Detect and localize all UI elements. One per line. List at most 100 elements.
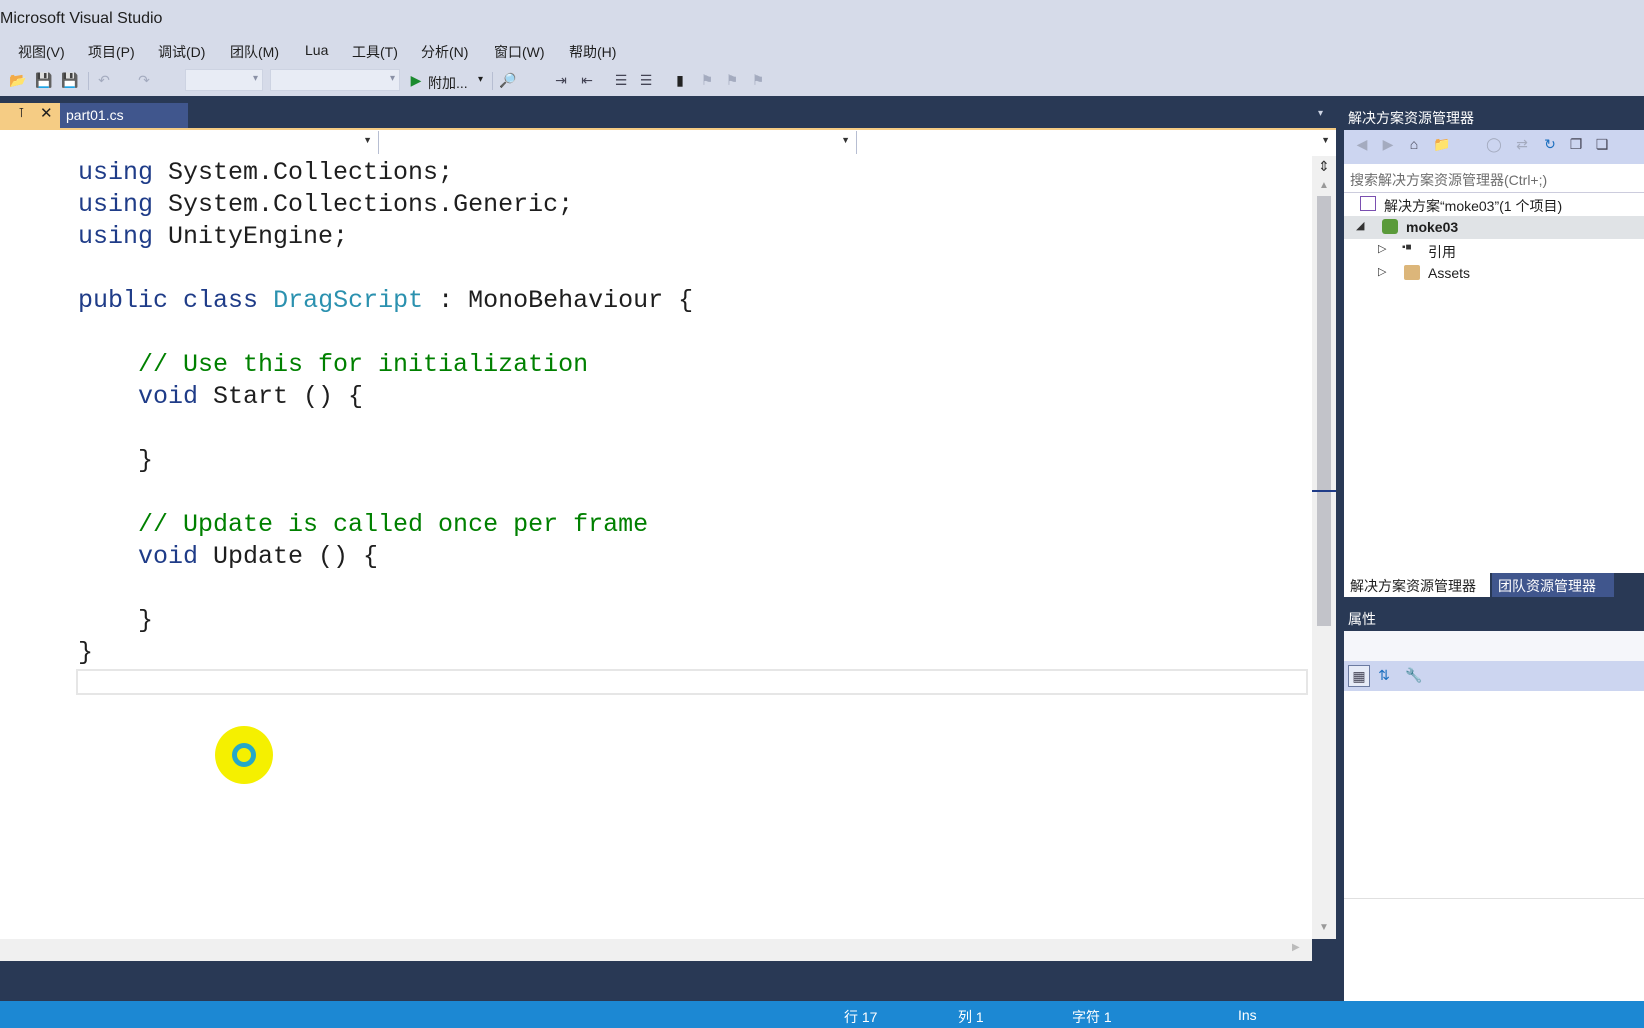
type-combo[interactable]: ▼ bbox=[380, 131, 857, 154]
chevron-down-icon[interactable]: ▾ bbox=[478, 74, 483, 85]
clear-bookmarks-icon[interactable]: ⚑ bbox=[748, 70, 768, 90]
horizontal-scrollbar[interactable] bbox=[0, 939, 1312, 961]
collapse-all-icon[interactable]: ❐ bbox=[1566, 134, 1586, 154]
save-icon[interactable]: 💾 bbox=[34, 70, 54, 90]
solution-explorer-title: 解决方案资源管理器 bbox=[1348, 110, 1474, 126]
start-icon[interactable]: ▶ bbox=[406, 70, 426, 90]
current-line-highlight bbox=[76, 669, 1308, 695]
code-token: Start () { bbox=[198, 382, 364, 411]
toolbar: 📂 💾 💾 ↶ ↷ ▾ ▾ ▶ 附加... ▾ 🔎 ⇥ ⇤ ☰ ☰ ▮ ⚑ ⚑ … bbox=[0, 66, 1644, 96]
status-column: 列 1 bbox=[958, 1009, 984, 1025]
menu-debug[interactable]: 调试(D) bbox=[158, 42, 205, 62]
home-icon[interactable]: ⌂ bbox=[1404, 134, 1424, 154]
alphabetical-icon[interactable]: ⇅ bbox=[1374, 665, 1394, 685]
find-icon[interactable]: 🔎 bbox=[498, 70, 518, 90]
code-line[interactable]: using System.Collections; bbox=[78, 158, 453, 187]
collapse-icon[interactable]: ▷ bbox=[1378, 265, 1386, 278]
menu-analyze[interactable]: 分析(N) bbox=[421, 42, 468, 62]
menu-lua[interactable]: Lua bbox=[305, 42, 328, 58]
categorized-icon[interactable]: ▦ bbox=[1348, 665, 1370, 687]
tree-item-references[interactable]: ▷ ▪■ 引用 bbox=[1344, 239, 1644, 262]
properties-object-combo[interactable] bbox=[1344, 631, 1644, 662]
tree-item-solution[interactable]: 解决方案“moke03”(1 个项目) bbox=[1344, 193, 1644, 216]
uncomment-icon[interactable]: ☰ bbox=[636, 70, 656, 90]
redo-icon[interactable]: ↷ bbox=[134, 70, 154, 90]
toolbar-separator bbox=[492, 72, 493, 90]
code-line[interactable]: } bbox=[78, 638, 93, 667]
navigation-bar: ▼ ▼ ▼ bbox=[0, 130, 1336, 157]
code-token: Update () { bbox=[198, 542, 379, 571]
scroll-right-icon[interactable]: ▶ bbox=[1292, 942, 1300, 953]
menu-window[interactable]: 窗口(W) bbox=[494, 42, 545, 62]
menu-view[interactable]: 视图(V) bbox=[18, 42, 65, 62]
refresh-icon[interactable]: ↻ bbox=[1540, 134, 1560, 154]
code-line[interactable]: using UnityEngine; bbox=[78, 222, 348, 251]
code-line[interactable]: } bbox=[78, 446, 153, 475]
code-token: public bbox=[78, 286, 169, 315]
solution-config-combo[interactable]: ▾ bbox=[185, 69, 263, 91]
scroll-down-icon[interactable]: ▼ bbox=[1316, 922, 1332, 936]
tab-solution-explorer[interactable]: 解决方案资源管理器 bbox=[1344, 573, 1490, 597]
back-icon[interactable]: ◀ bbox=[1352, 134, 1372, 154]
code-token: void bbox=[138, 542, 199, 571]
tree-item-label: 引用 bbox=[1428, 244, 1456, 260]
code-line[interactable]: void Start () { bbox=[78, 382, 363, 411]
pin-icon[interactable]: ⊺ bbox=[18, 105, 25, 121]
code-token: } bbox=[78, 638, 94, 667]
caret-position-marker bbox=[1312, 490, 1336, 492]
status-char: 字符 1 bbox=[1072, 1009, 1112, 1025]
tree-item-assets[interactable]: ▷ Assets bbox=[1344, 262, 1644, 285]
property-pages-icon[interactable]: 🔧 bbox=[1404, 665, 1424, 685]
window-title: Microsoft Visual Studio bbox=[0, 10, 163, 27]
code-line[interactable]: // Update is called once per frame bbox=[78, 510, 648, 539]
show-all-files-icon[interactable]: ❏ bbox=[1592, 134, 1612, 154]
pinned-tab[interactable]: ⊺ ✕ bbox=[0, 103, 60, 128]
sync-icon[interactable]: ⇄ bbox=[1512, 134, 1532, 154]
close-icon[interactable]: ✕ bbox=[40, 104, 53, 122]
tree-item-project[interactable]: ◢ moke03 bbox=[1344, 216, 1644, 239]
prev-bookmark-icon[interactable]: ⚑ bbox=[697, 70, 717, 90]
properties-grid bbox=[1344, 691, 1644, 1001]
outdent-icon[interactable]: ⇤ bbox=[577, 70, 597, 90]
properties-header: 属性 bbox=[1344, 605, 1644, 631]
bookmark-icon[interactable]: ▮ bbox=[670, 70, 690, 90]
next-bookmark-icon[interactable]: ⚑ bbox=[722, 70, 742, 90]
search-placeholder: 搜索解决方案资源管理器(Ctrl+;) bbox=[1350, 172, 1548, 188]
forward-icon[interactable]: ▶ bbox=[1378, 134, 1398, 154]
code-editor[interactable]: using System.Collections; using System.Co… bbox=[0, 156, 1312, 939]
collapse-icon[interactable]: ▷ bbox=[1378, 242, 1386, 255]
project-combo[interactable]: ▼ bbox=[0, 131, 379, 154]
start-button-label[interactable]: 附加... bbox=[428, 73, 468, 93]
tab-part01[interactable]: part01.cs bbox=[60, 103, 188, 128]
member-combo[interactable]: ▼ bbox=[858, 131, 1336, 154]
indent-icon[interactable]: ⇥ bbox=[551, 70, 571, 90]
code-line[interactable]: } bbox=[78, 606, 153, 635]
split-icon[interactable]: ⇕ bbox=[1314, 158, 1334, 178]
code-token: using bbox=[78, 190, 154, 219]
scroll-up-icon[interactable]: ▲ bbox=[1316, 180, 1332, 194]
switch-views-icon[interactable]: 📁 bbox=[1432, 134, 1452, 154]
code-line[interactable]: // Use this for initialization bbox=[78, 350, 588, 379]
code-line[interactable]: using System.Collections.Generic; bbox=[78, 190, 573, 219]
menu-team[interactable]: 团队(M) bbox=[230, 42, 279, 62]
menu-tools[interactable]: 工具(T) bbox=[352, 42, 398, 62]
scrollbar-thumb[interactable] bbox=[1317, 196, 1331, 626]
menu-help[interactable]: 帮助(H) bbox=[569, 42, 616, 62]
code-line[interactable]: public class DragScript : MonoBehaviour … bbox=[78, 286, 693, 315]
pending-changes-icon[interactable]: ◯ bbox=[1484, 134, 1504, 154]
open-icon[interactable]: 📂 bbox=[8, 70, 28, 90]
menu-bar: 视图(V) 项目(P) 调试(D) 团队(M) Lua 工具(T) 分析(N) … bbox=[0, 38, 1644, 66]
tab-overflow-icon[interactable]: ▾ bbox=[1318, 108, 1323, 119]
save-all-icon[interactable]: 💾 bbox=[60, 70, 80, 90]
undo-icon[interactable]: ↶ bbox=[94, 70, 114, 90]
csharp-project-icon bbox=[1382, 219, 1398, 234]
solution-search-input[interactable]: 搜索解决方案资源管理器(Ctrl+;) bbox=[1344, 164, 1644, 193]
comment-icon[interactable]: ☰ bbox=[611, 70, 631, 90]
expand-icon[interactable]: ◢ bbox=[1356, 219, 1364, 232]
solution-platform-combo[interactable]: ▾ bbox=[270, 69, 400, 91]
tab-team-explorer[interactable]: 团队资源管理器 bbox=[1492, 573, 1614, 597]
menu-project[interactable]: 项目(P) bbox=[88, 42, 135, 62]
code-line[interactable]: void Update () { bbox=[78, 542, 378, 571]
